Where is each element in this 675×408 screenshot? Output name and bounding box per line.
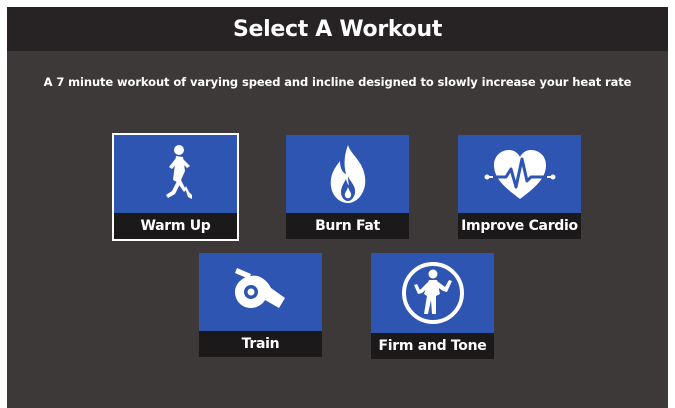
workout-card-label-bar: Train (199, 331, 322, 357)
heart-pulse-icon (484, 150, 555, 199)
workout-card-label-bar: Improve Cardio (458, 213, 581, 239)
workout-card-train[interactable]: Train (199, 253, 322, 357)
whistle-icon (234, 268, 285, 308)
workout-card-art (286, 135, 409, 213)
workout-card-label: Warm Up (140, 218, 211, 234)
workout-select-screen: Select A Workout A 7 minute workout of v… (7, 7, 668, 408)
workout-card-firm-and-tone[interactable]: Firm and Tone (371, 253, 494, 359)
workout-card-improve-cardio[interactable]: Improve Cardio (458, 135, 581, 239)
workout-card-art (371, 253, 494, 333)
workout-card-art (458, 135, 581, 213)
workout-card-art (114, 135, 237, 213)
workout-card-label: Firm and Tone (378, 338, 487, 354)
flame-icon (330, 145, 365, 203)
workout-card-label-bar: Firm and Tone (371, 333, 494, 359)
workout-card-label: Burn Fat (315, 218, 380, 234)
workout-card-burn-fat[interactable]: Burn Fat (286, 135, 409, 239)
title-bar: Select A Workout (7, 7, 668, 51)
workout-card-label-bar: Burn Fat (286, 213, 409, 239)
workout-card-label-bar: Warm Up (114, 213, 237, 239)
fitness-woman-icon (401, 262, 464, 324)
workout-description: A 7 minute workout of varying speed and … (43, 75, 632, 89)
workout-card-warm-up[interactable]: Warm Up (112, 133, 239, 241)
workout-card-label: Improve Cardio (461, 218, 578, 234)
runner-icon (165, 145, 192, 199)
workout-card-art (199, 253, 322, 331)
workout-card-label: Train (241, 336, 280, 352)
page-title: Select A Workout (232, 16, 443, 42)
